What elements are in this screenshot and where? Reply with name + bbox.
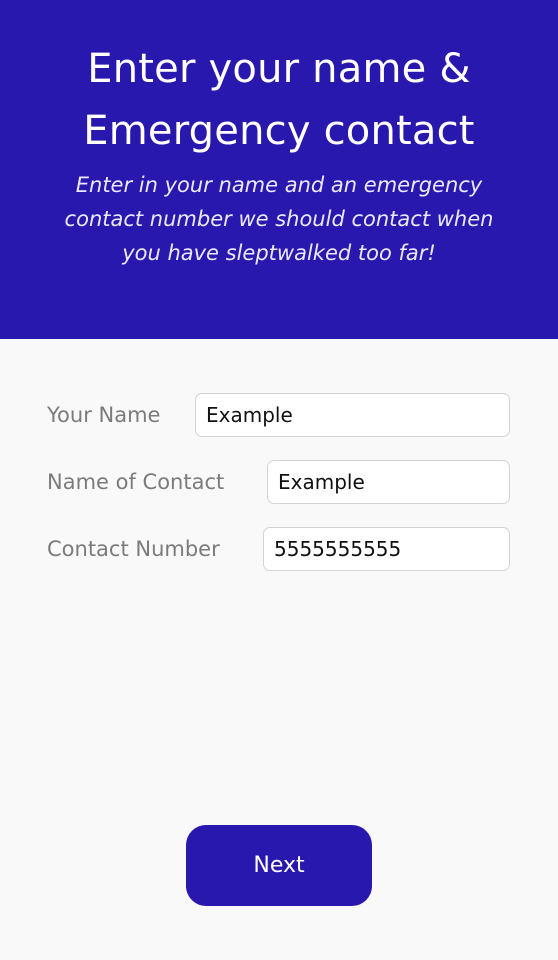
page-subtitle: Enter in your name and an emergency cont… — [30, 168, 528, 270]
contact-name-label: Name of Contact — [47, 470, 225, 494]
page-subtitle-line-1: Enter in your name and an emergency — [75, 173, 483, 197]
page-subtitle-line-2: contact number we should contact when — [64, 207, 494, 231]
contact-number-input[interactable] — [263, 527, 510, 571]
contact-name-input[interactable] — [267, 460, 510, 504]
contact-number-label: Contact Number — [47, 537, 220, 561]
page-title: Enter your name & Emergency contact — [0, 38, 558, 162]
header-banner: Enter your name & Emergency contact Ente… — [0, 0, 558, 339]
your-name-label: Your Name — [47, 403, 161, 427]
page-title-line-1: Enter your name & — [87, 46, 471, 92]
page-subtitle-line-3: you have sleptwalked too far! — [122, 241, 436, 265]
page-title-line-2: Emergency contact — [83, 108, 475, 154]
your-name-input[interactable] — [195, 393, 510, 437]
next-button[interactable]: Next — [186, 825, 372, 906]
